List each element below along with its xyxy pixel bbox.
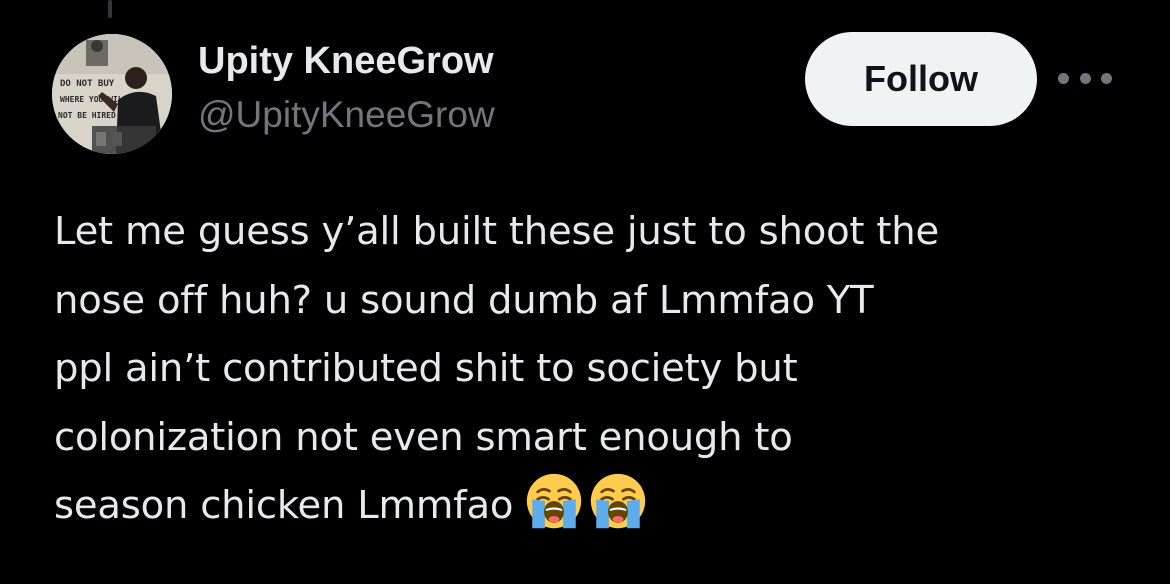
tweet-text-line: colonization not even smart enough to (54, 414, 793, 460)
more-horizontal-icon[interactable] (1058, 66, 1112, 90)
tweet-text-line: ppl ain’t contributed shit to society bu… (54, 346, 798, 391)
tweet-text: Let me guess y’all built these just to s… (54, 198, 1134, 541)
more-dot (1079, 72, 1091, 84)
tweet-header: DO NOT BUY WHERE YOU WILL NOT BE HIRED U… (52, 30, 1132, 160)
avatar[interactable]: DO NOT BUY WHERE YOU WILL NOT BE HIRED (52, 34, 172, 154)
avatar-image: DO NOT BUY WHERE YOU WILL NOT BE HIRED (52, 34, 172, 154)
loudly-crying-face-emoji (527, 473, 582, 529)
avatar-sign-line-2: WHERE YOU WILL (60, 95, 128, 104)
user-handle[interactable]: @UpityKneeGrow (198, 92, 495, 138)
tweet-text-last-line: season chicken Lmmfao (54, 472, 1134, 541)
tweet-text-line: nose off huh? u sound dumb af Lmmfao YT (54, 277, 874, 323)
tweet-text-line: season chicken Lmmfao (54, 483, 514, 528)
tweet-text-line: Let me guess y’all built these just to s… (54, 209, 939, 254)
display-name[interactable]: Upity KneeGrow (198, 38, 495, 84)
loudly-crying-face-emoji (591, 473, 646, 529)
author-names: Upity KneeGrow @UpityKneeGrow (198, 38, 495, 138)
thread-connector-line (108, 0, 112, 18)
follow-button[interactable]: Follow (805, 32, 1037, 126)
more-dot (1058, 72, 1069, 84)
avatar-sign-line-3: NOT BE HIRED (58, 111, 116, 120)
more-dot (1101, 72, 1112, 84)
avatar-sign-line-1: DO NOT BUY (60, 79, 115, 89)
emoji-group (525, 473, 647, 529)
